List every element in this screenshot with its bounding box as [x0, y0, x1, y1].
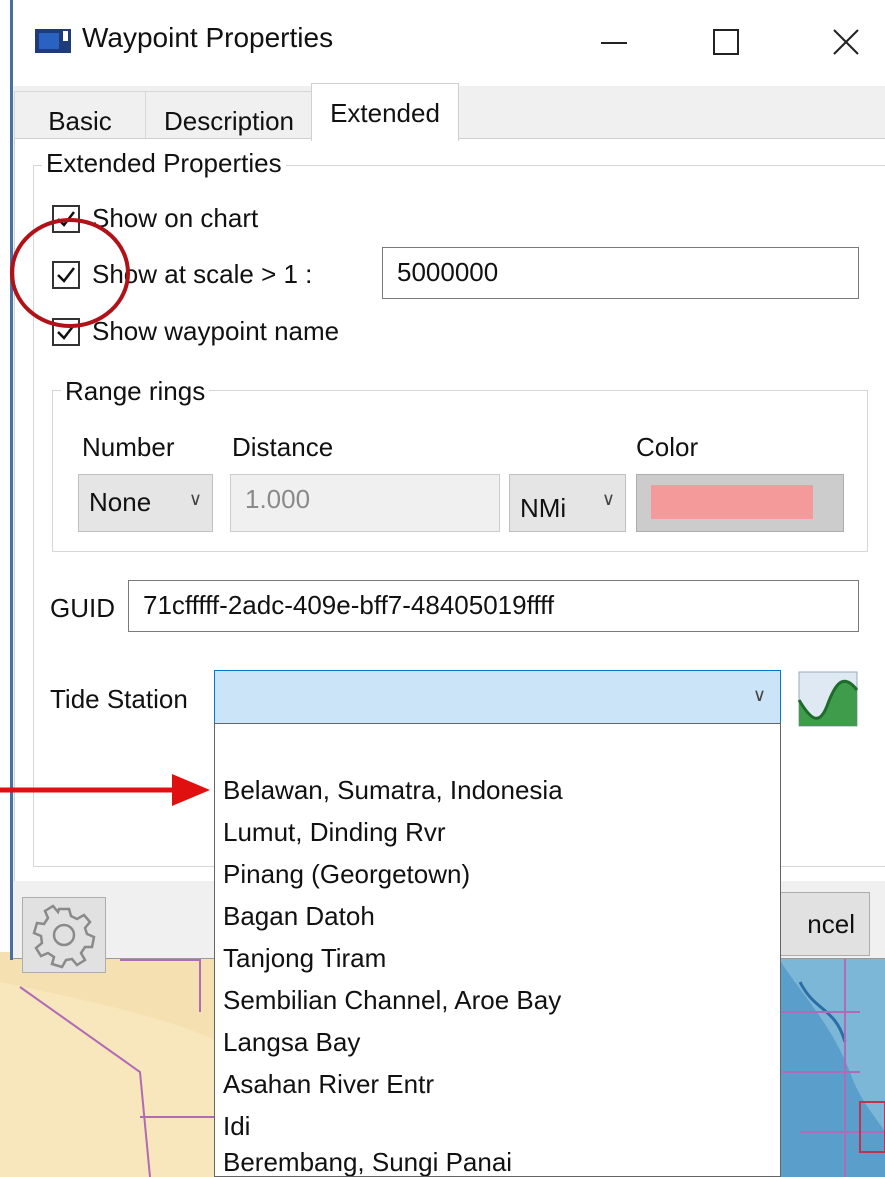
chevron-down-icon: ∨ — [188, 489, 202, 509]
guid-input[interactable]: 71cfffff-2adc-409e-bff7-48405019ffff — [128, 580, 859, 632]
close-button[interactable] — [810, 10, 882, 74]
number-select[interactable]: None ∨ — [78, 474, 213, 532]
list-item[interactable]: Belawan, Sumatra, Indonesia — [223, 775, 563, 806]
unit-select[interactable]: NMi ∨ — [509, 474, 626, 532]
cancel-button-label: ncel — [807, 909, 855, 939]
tab-description[interactable]: Description — [145, 91, 313, 139]
list-item[interactable]: Langsa Bay — [223, 1027, 360, 1058]
color-swatch — [651, 485, 813, 519]
tab-label: Extended — [330, 98, 440, 128]
guid-label: GUID — [50, 593, 115, 623]
guid-value: 71cfffff-2adc-409e-bff7-48405019ffff — [143, 590, 555, 620]
maximize-button[interactable] — [690, 10, 762, 74]
show-waypoint-name-label: Show waypoint name — [92, 316, 340, 346]
chevron-down-icon: ∨ — [752, 685, 766, 705]
close-icon — [833, 29, 859, 55]
tide-graph-button[interactable] — [797, 666, 859, 728]
annotation-arrow-icon — [0, 774, 210, 806]
maximize-icon — [713, 29, 739, 55]
scale-value: 5000000 — [397, 257, 499, 287]
distance-input[interactable]: 1.000 — [230, 474, 500, 532]
tide-station-label: Tide Station — [50, 684, 188, 714]
show-on-chart-label: Show on chart — [92, 203, 259, 233]
minimize-icon — [601, 42, 627, 44]
list-item[interactable]: Berembang, Sungi Panai — [223, 1147, 512, 1176]
minimize-button[interactable] — [578, 10, 650, 74]
tab-extended[interactable]: Extended — [311, 83, 459, 141]
extended-properties-label: Extended Properties — [42, 148, 286, 179]
number-label: Number — [82, 432, 175, 462]
unit-select-value: NMi — [520, 493, 567, 523]
list-item[interactable]: Tanjong Tiram — [223, 943, 386, 974]
scale-input[interactable]: 5000000 — [382, 247, 859, 299]
list-item[interactable]: Pinang (Georgetown) — [223, 859, 470, 890]
distance-label: Distance — [232, 432, 334, 462]
app-icon — [35, 29, 71, 53]
list-item[interactable]: Lumut, Dinding Rvr — [223, 817, 446, 848]
chevron-down-icon: ∨ — [601, 489, 615, 509]
color-picker-button[interactable] — [636, 474, 844, 532]
tab-label: Description — [163, 106, 295, 136]
range-rings-label: Range rings — [61, 376, 210, 407]
tide-station-dropdown-list: Belawan, Sumatra, Indonesia Lumut, Dindi… — [214, 723, 781, 1177]
annotation-circle — [10, 218, 130, 328]
tide-graph-icon — [797, 671, 859, 727]
tide-station-select[interactable]: ∨ — [214, 670, 781, 724]
window-title: Waypoint Properties — [82, 22, 334, 53]
list-item[interactable]: Idi — [223, 1111, 250, 1142]
number-select-value: None — [89, 487, 152, 517]
tab-label: Basic — [48, 106, 112, 136]
tab-basic[interactable]: Basic — [14, 91, 146, 139]
list-item[interactable]: Asahan River Entr — [223, 1069, 434, 1100]
gear-icon — [32, 904, 96, 969]
distance-value: 1.000 — [245, 484, 311, 514]
cancel-button[interactable]: ncel — [770, 892, 870, 956]
list-item[interactable]: Bagan Datoh — [223, 901, 375, 932]
settings-button[interactable] — [22, 897, 106, 973]
list-item[interactable]: Sembilian Channel, Aroe Bay — [223, 985, 561, 1016]
color-label: Color — [636, 432, 699, 462]
